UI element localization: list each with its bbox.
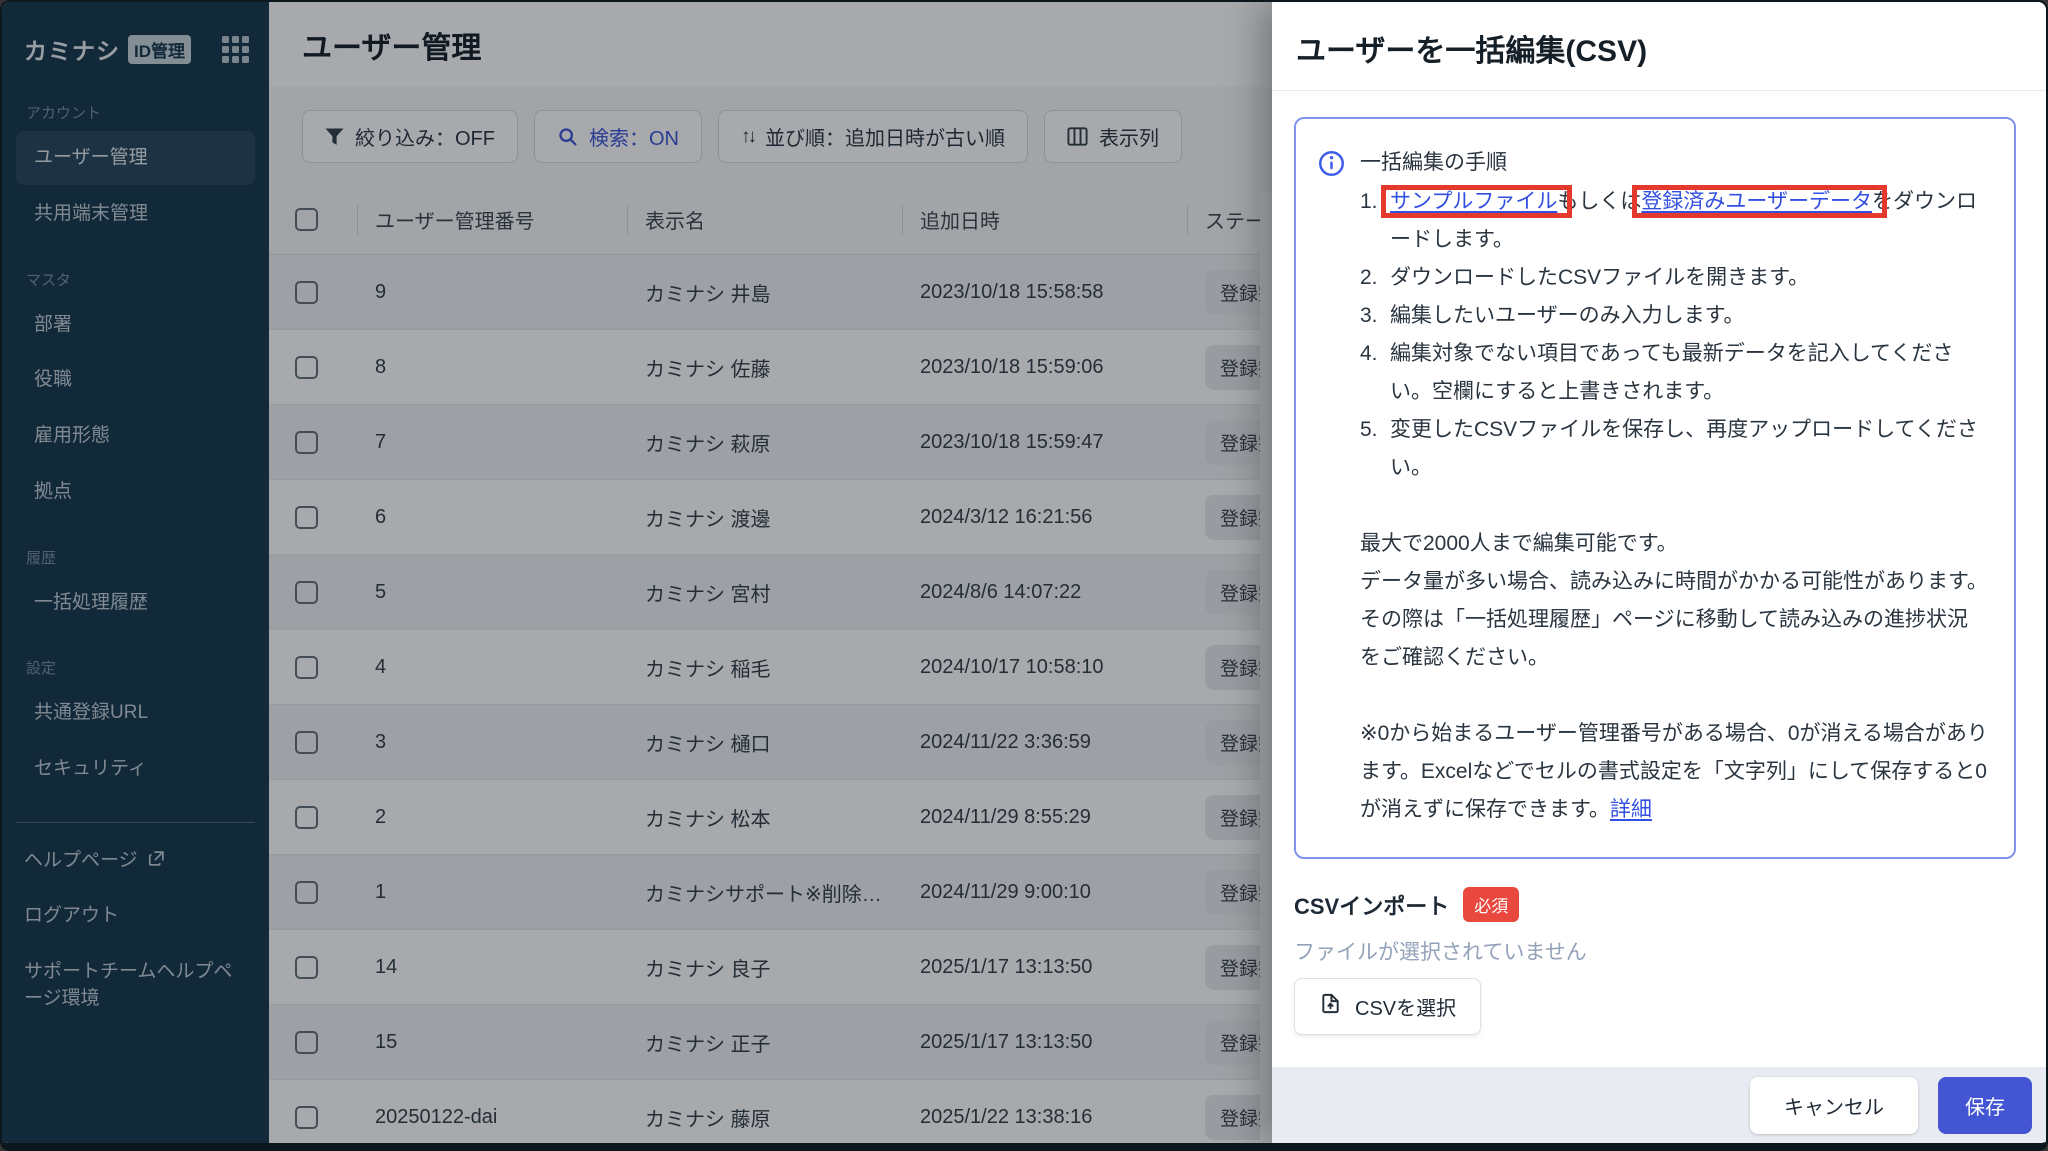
drawer-body: 一括編集の手順 1. サンプルファイルもしくは登録済みユーザーデータをダウンロード… [1272, 91, 2046, 1067]
instruction-step: 2. ダウンロードしたCSVファイルを開きます。 [1360, 259, 1988, 297]
drawer-title: ユーザーを一括編集(CSV) [1296, 35, 1648, 68]
instruction-step: 1. サンプルファイルもしくは登録済みユーザーデータをダウンロードします。 [1360, 183, 1988, 259]
step-number: 2. [1360, 266, 1378, 289]
step-number: 1. [1360, 190, 1378, 213]
drawer-footer: キャンセル 保存 [1272, 1067, 2046, 1143]
step-text: ダウンロードしたCSVファイルを開きます。 [1390, 266, 1810, 289]
instructions-content: 一括編集の手順 1. サンプルファイルもしくは登録済みユーザーデータをダウンロード… [1360, 144, 1988, 829]
sample-file-link[interactable]: サンプルファイル [1390, 190, 1557, 213]
step-number: 4. [1360, 342, 1378, 365]
instructions-box: 一括編集の手順 1. サンプルファイルもしくは登録済みユーザーデータをダウンロード… [1294, 117, 2016, 859]
instructions-note-zero: ※0から始まるユーザー管理番号がある場合、0が消える場合があります。Excelな… [1360, 715, 1988, 829]
instruction-step: 4. 編集対象でない項目であっても最新データを記入してください。空欄にすると上書き… [1360, 335, 1988, 411]
drawer-header: ユーザーを一括編集(CSV) [1272, 2, 2046, 91]
step-text: サンプルファイルもしくは登録済みユーザーデータをダウンロードします。 [1390, 190, 1977, 251]
step-number: 3. [1360, 304, 1378, 327]
details-link[interactable]: 詳細 [1610, 798, 1652, 821]
bulk-edit-csv-drawer: ユーザーを一括編集(CSV) 一括編集の手順 1. サンプルファイルもしくは登録済… [1272, 2, 2046, 1143]
required-badge: 必須 [1463, 887, 1520, 922]
step-text: 編集対象でない項目であっても最新データを記入してください。空欄にすると上書きされ… [1390, 342, 1954, 403]
instructions-heading: 一括編集の手順 [1360, 151, 1507, 174]
step-text: 変更したCSVファイルを保存し、再度アップロードしてください。 [1390, 418, 1978, 479]
save-button[interactable]: 保存 [1938, 1076, 2032, 1134]
csv-import-section: CSVインポート 必須 ファイルが選択されていません CSVを選択 [1294, 887, 2016, 1035]
cancel-button[interactable]: キャンセル [1750, 1076, 1918, 1134]
csv-select-label: CSVを選択 [1355, 998, 1457, 1020]
note-zero-text: ※0から始まるユーザー管理番号がある場合、0が消える場合があります。Excelな… [1360, 722, 1988, 821]
instruction-step: 3. 編集したいユーザーのみ入力します。 [1360, 297, 1988, 335]
instruction-step: 5. 変更したCSVファイルを保存し、再度アップロードしてください。 [1360, 411, 1988, 487]
file-upload-icon [1319, 992, 1342, 1021]
instructions-steps: 1. サンプルファイルもしくは登録済みユーザーデータをダウンロードします。 2. ダウ… [1360, 183, 1988, 487]
csv-select-button[interactable]: CSVを選択 [1294, 978, 1482, 1035]
info-icon [1318, 150, 1345, 829]
registered-user-data-link[interactable]: 登録済みユーザーデータ [1641, 190, 1872, 213]
step-text: 編集したいユーザーのみ入力します。 [1390, 304, 1745, 327]
instructions-note-capacity: 最大で2000人まで編集可能です。 データ量が多い場合、読み込みに時間がかかる可… [1360, 532, 1988, 669]
step-number: 5. [1360, 418, 1378, 441]
app-window: カミナシ ID管理 アカウント ユーザー管理 共用端末管理 マスタ 部署 役職 雇用形態 拠点… [0, 0, 2048, 1151]
file-status-text: ファイルが選択されていません [1294, 941, 1587, 964]
csv-import-label: CSVインポート [1294, 893, 1450, 919]
